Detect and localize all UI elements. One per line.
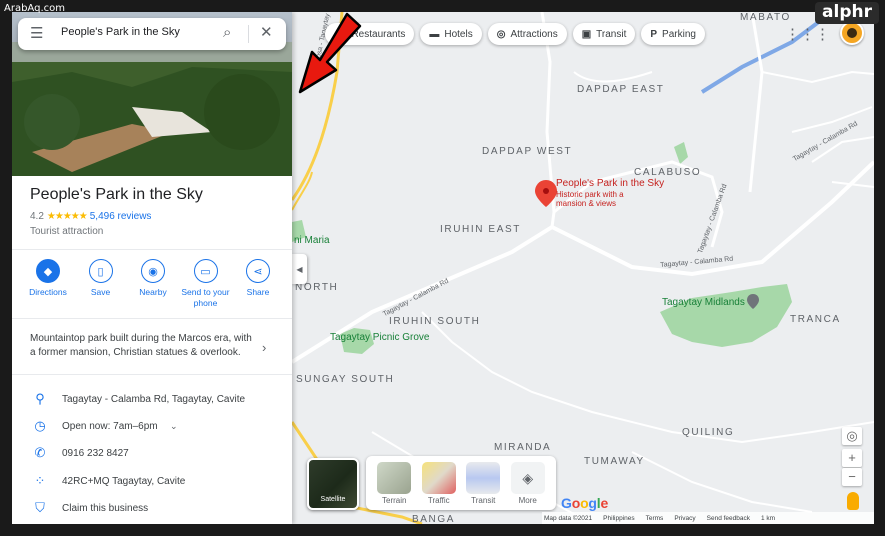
terrain-icon [377, 461, 412, 494]
park-small [674, 142, 688, 164]
divider [12, 249, 292, 250]
traffic-icon [421, 461, 456, 494]
shield-icon: ⛉ [35, 500, 45, 515]
bookmark-icon: ▯ [88, 259, 113, 283]
transit-icon: ▣ [581, 28, 592, 40]
map-footer: Map data ©2021 Philippines Terms Privacy… [542, 512, 874, 524]
area-label: MABATO [740, 12, 791, 23]
maps-window: MABATO DAPDAP EAST DAPDAP WEST CALABUSO … [12, 12, 874, 524]
divider [12, 318, 292, 319]
nearby-button[interactable]: ◉ Nearby [127, 259, 179, 309]
chip-attractions[interactable]: ◎ Attractions [487, 23, 567, 45]
address-row[interactable]: ⚲ Tagaytay - Calamba Rd, Tagaytay, Cavit… [12, 386, 292, 412]
collapse-panel-button[interactable]: ◀ [292, 254, 307, 284]
park-midlands [660, 284, 792, 347]
river [700, 12, 834, 94]
search-icon[interactable]: ⌕ [223, 24, 231, 41]
terms-link[interactable]: Terms [646, 515, 664, 522]
park-label[interactable]: Tagaytay Midlands [662, 297, 745, 308]
layer-transit[interactable]: Transit [463, 461, 503, 505]
google-logo: Google [561, 495, 609, 511]
watermark: ArabAq.com [4, 3, 65, 14]
phone-icon: ✆ [34, 445, 46, 460]
layer-terrain[interactable]: Terrain [374, 461, 414, 505]
area-label: IRUHIN SOUTH [389, 316, 481, 327]
hotel-icon: ▬ [429, 28, 440, 40]
chip-parking[interactable]: P Parking [641, 23, 705, 45]
pegman-icon[interactable] [847, 492, 859, 510]
apps-grid-icon[interactable]: ⋮⋮⋮ [785, 25, 830, 43]
region-link[interactable]: Philippines [603, 515, 634, 522]
privacy-link[interactable]: Privacy [674, 515, 695, 522]
avatar[interactable] [840, 21, 864, 45]
chevron-down-icon[interactable]: ⌄ [170, 421, 178, 432]
action-row: ◆ Directions ▯ Save ◉ Nearby ▭ Send to y… [22, 259, 284, 309]
directions-button[interactable]: ◆ Directions [22, 259, 74, 309]
phone-send-icon: ▭ [193, 259, 218, 283]
area-label: QUILING [682, 427, 735, 438]
divider [12, 374, 292, 375]
nearby-icon: ◉ [141, 259, 165, 283]
satellite-toggle[interactable]: Satellite [307, 458, 359, 510]
page-title: People's Park in the Sky [30, 186, 203, 203]
layer-traffic[interactable]: Traffic [419, 461, 459, 505]
area-label: TUMAWAY [584, 456, 645, 467]
area-label: DAPDAP WEST [482, 146, 573, 157]
park-label[interactable]: Tagaytay Picnic Grove [330, 332, 430, 343]
hours-row[interactable]: ◷ Open now: 7am–6pm ⌄ [12, 413, 292, 439]
clock-icon: ◷ [34, 418, 46, 433]
parking-icon: P [650, 28, 658, 40]
chip-transit[interactable]: ▣ Transit [572, 23, 636, 45]
plus-code-row[interactable]: ⁘ 42RC+MQ Tagaytay, Cavite [12, 468, 292, 494]
phone-row[interactable]: ✆ 0916 232 8427 [12, 440, 292, 466]
transit-layer-icon [466, 461, 501, 494]
area-label: DAPDAP EAST [577, 84, 665, 95]
zoom-out-button[interactable]: − [842, 468, 862, 486]
rating-value: 4.2 [30, 211, 44, 222]
rating-row: 4.2 ★★★★★ 5,496 reviews [30, 211, 151, 222]
share-icon: ⋖ [246, 259, 270, 283]
chevron-right-icon[interactable]: › [262, 340, 266, 355]
directions-icon: ◆ [36, 259, 60, 283]
chip-hotels[interactable]: ▬ Hotels [420, 23, 482, 45]
map-data-text: Map data ©2021 [544, 514, 593, 522]
search-box: ☰ ⌕ ✕ [18, 18, 286, 50]
search-divider [248, 25, 249, 43]
location-pin-icon: ⚲ [35, 391, 45, 406]
area-label: IRUHIN EAST [440, 224, 521, 235]
plus-code-icon: ⁘ [34, 473, 46, 488]
claim-business-row[interactable]: ⛉ Claim this business [12, 495, 292, 521]
marker-subtitle: Historic park with a mansion & views [556, 190, 624, 208]
share-button[interactable]: ⋖ Share [232, 259, 284, 309]
search-input[interactable] [61, 26, 211, 38]
reviews-link[interactable]: 5,496 reviews [90, 211, 152, 222]
area-label: BANGA [412, 514, 456, 524]
area-label: CALABUSO [634, 167, 702, 178]
place-category[interactable]: Tourist attraction [30, 226, 103, 237]
save-button[interactable]: ▯ Save [75, 259, 127, 309]
send-to-phone-button[interactable]: ▭ Send to your phone [180, 259, 232, 309]
send-feedback-link[interactable]: Send feedback [707, 515, 750, 522]
area-label: SUNGAY SOUTH [296, 374, 395, 385]
star-rating-icon: ★★★★★ [46, 211, 88, 222]
attractions-icon: ◎ [496, 28, 506, 40]
close-icon[interactable]: ✕ [260, 24, 273, 42]
red-arrow-annotation [298, 12, 362, 94]
layers-panel: Terrain Traffic Transit ◈ More [366, 456, 556, 510]
area-label: TRANCA [790, 314, 841, 325]
place-panel: ☰ ⌕ ✕ People's Park in the Sky 4.2 ★★★★★… [12, 12, 292, 524]
park-label: ni Maria [294, 235, 330, 246]
marker-title[interactable]: People's Park in the Sky [556, 179, 664, 189]
scale-label: 1 km [761, 514, 776, 522]
my-location-icon[interactable]: ◎ [842, 427, 862, 445]
menu-icon[interactable]: ☰ [30, 26, 43, 41]
layer-more[interactable]: ◈ More [508, 461, 548, 505]
category-chips: 🍴Restaurants ▬Hotels ◎Attractions ▣Trans… [325, 23, 705, 45]
layers-icon: ◈ [510, 461, 545, 494]
brand-logo: alphr [815, 2, 879, 24]
map-canvas[interactable]: MABATO DAPDAP EAST DAPDAP WEST CALABUSO … [292, 12, 874, 524]
area-label: MIRANDA [494, 442, 552, 453]
place-description[interactable]: Mountaintop park built during the Marcos… [30, 332, 260, 360]
zoom-in-button[interactable]: + [842, 449, 862, 467]
